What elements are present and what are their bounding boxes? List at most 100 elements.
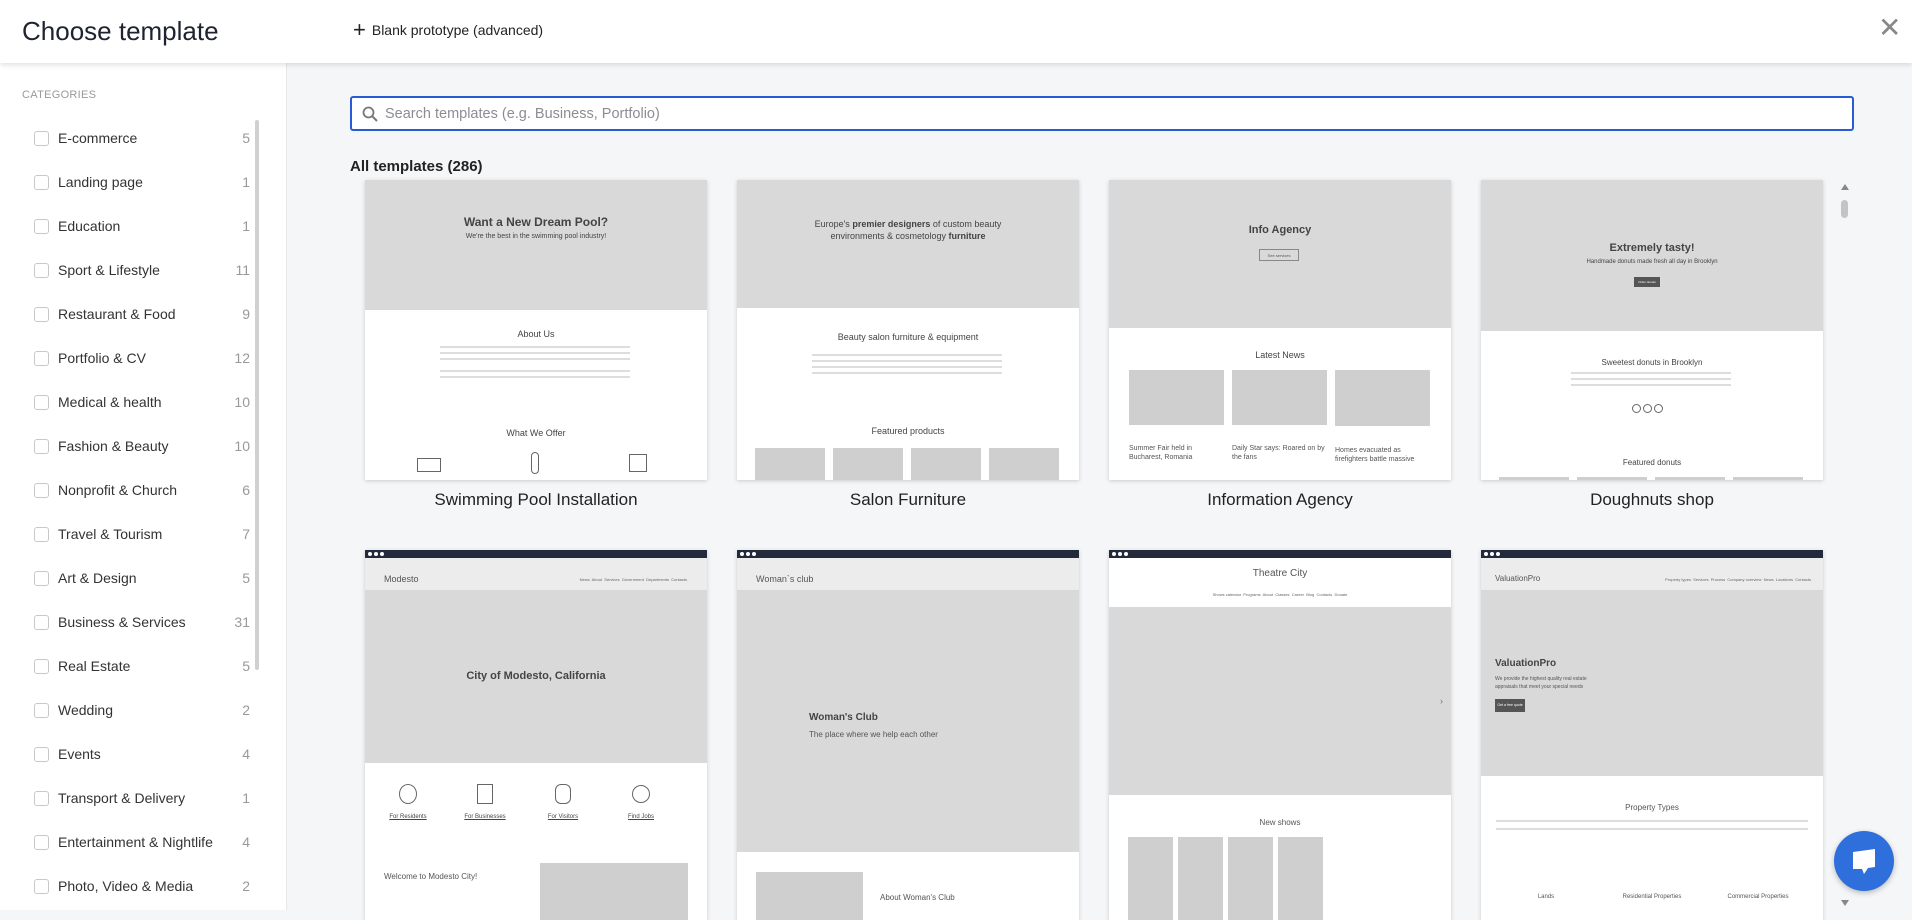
category-count: 5 <box>242 570 250 586</box>
category-checkbox[interactable] <box>34 482 49 498</box>
chat-icon <box>1853 849 1875 874</box>
scroll-up-icon[interactable] <box>1841 184 1849 190</box>
category-checkbox[interactable] <box>34 614 49 630</box>
category-item[interactable]: Landing page 1 <box>34 170 250 194</box>
category-count: 11 <box>235 262 250 278</box>
category-checkbox[interactable] <box>34 570 49 586</box>
thumb-section: Property Types <box>1625 803 1679 812</box>
thumb-link: For Visitors <box>547 814 579 820</box>
category-label: Photo, Video & Media <box>58 878 194 894</box>
category-item[interactable]: Real Estate 5 <box>34 654 250 678</box>
chat-button[interactable] <box>1834 831 1894 891</box>
category-item[interactable]: Transport & Delivery 1 <box>34 786 250 810</box>
thumb-section: Beauty salon furniture & equipment <box>837 332 979 342</box>
thumb-brand: Theatre City <box>1252 568 1308 579</box>
thumb-section: Welcome to Modesto City! <box>384 872 478 881</box>
browser-bar <box>1109 550 1451 558</box>
template-thumbnail: Theatre City Shows calendar Programs Abo… <box>1109 550 1451 920</box>
template-card-doughnuts-shop[interactable]: Extremely tasty! Handmade donuts made fr… <box>1481 180 1823 510</box>
feature-label: Commercial Properties <box>1727 894 1789 900</box>
template-card-swimming-pool[interactable]: Want a New Dream Pool? We're the best in… <box>365 180 707 510</box>
thumb-sub: We provide the highest quality real esta… <box>1495 676 1587 690</box>
template-thumbnail: Info Agency See services Latest News Sum… <box>1109 180 1451 480</box>
search-icon <box>362 106 378 122</box>
page-title: Choose template <box>22 16 219 46</box>
template-card-theatre-city[interactable]: Theatre City Shows calendar Programs Abo… <box>1109 550 1451 920</box>
calendar-icon <box>629 454 647 472</box>
template-card-information-agency[interactable]: Info Agency See services Latest News Sum… <box>1109 180 1451 510</box>
category-count: 10 <box>234 394 250 410</box>
category-count: 7 <box>242 526 250 542</box>
category-item[interactable]: Fashion & Beauty 10 <box>34 434 250 458</box>
category-checkbox[interactable] <box>34 526 49 542</box>
template-thumbnail: Modesto News About Services Government D… <box>365 550 707 920</box>
thumb-section: What We Offer <box>506 428 566 438</box>
category-checkbox[interactable] <box>34 218 49 234</box>
category-checkbox[interactable] <box>34 658 49 674</box>
category-checkbox[interactable] <box>34 306 49 322</box>
template-name: Information Agency <box>1207 490 1353 509</box>
category-count: 1 <box>242 790 250 806</box>
category-label: Wedding <box>58 702 114 718</box>
thumb-sub: Handmade donuts made fresh all day in Br… <box>1586 259 1718 265</box>
template-card-salon-furniture[interactable]: Europe's premier designers of custom bea… <box>737 180 1079 510</box>
category-item[interactable]: Wedding 2 <box>34 698 250 722</box>
category-item[interactable]: Photo, Video & Media 2 <box>34 874 250 898</box>
category-checkbox[interactable] <box>34 746 49 762</box>
close-icon[interactable]: ✕ <box>1878 14 1901 42</box>
category-checkbox[interactable] <box>34 130 49 146</box>
category-item[interactable]: E-commerce 5 <box>34 126 250 150</box>
category-count: 1 <box>242 218 250 234</box>
browser-bar <box>737 550 1079 558</box>
category-checkbox[interactable] <box>34 262 49 278</box>
template-card-womans-club[interactable]: Woman`s club Woman's Club The place wher… <box>737 550 1079 920</box>
category-item[interactable]: Portfolio & CV 12 <box>34 346 250 370</box>
template-card-valuationpro[interactable]: ValuationPro Property types Services Pro… <box>1481 550 1823 920</box>
thumb-link: For Residents <box>389 814 427 820</box>
category-item[interactable]: Travel & Tourism 7 <box>34 522 250 546</box>
category-count: 12 <box>234 350 250 366</box>
category-item[interactable]: Restaurant & Food 9 <box>34 302 250 326</box>
category-count: 9 <box>242 306 250 322</box>
feature-label: Lands <box>1537 894 1555 900</box>
thumb-section: Sweetest donuts in Brooklyn <box>1601 358 1703 367</box>
main-scrollbar[interactable] <box>1838 180 1852 910</box>
category-checkbox[interactable] <box>34 394 49 410</box>
category-label: Art & Design <box>58 570 137 586</box>
category-label: Restaurant & Food <box>58 306 176 322</box>
category-item[interactable]: Medical & health 10 <box>34 390 250 414</box>
category-label: Landing page <box>58 174 143 190</box>
category-checkbox[interactable] <box>34 834 49 850</box>
instagram-icon <box>1643 404 1652 413</box>
category-checkbox[interactable] <box>34 790 49 806</box>
category-checkbox[interactable] <box>34 702 49 718</box>
news-title: Summer Fair held in Bucharest, Romania <box>1129 445 1193 461</box>
scrollbar-thumb[interactable] <box>1841 200 1848 218</box>
category-label: Nonprofit & Church <box>58 482 178 498</box>
category-item[interactable]: Sport & Lifestyle 11 <box>34 258 250 282</box>
feature-label: Residential Properties <box>1622 894 1682 900</box>
thumb-hero: Want a New Dream Pool? <box>463 215 609 229</box>
sidebar-scrollbar[interactable] <box>255 120 259 670</box>
search-input[interactable] <box>385 105 1785 122</box>
category-item[interactable]: Nonprofit & Church 6 <box>34 478 250 502</box>
category-checkbox[interactable] <box>34 174 49 190</box>
search-box[interactable] <box>350 96 1854 131</box>
category-checkbox[interactable] <box>34 878 49 894</box>
category-checkbox[interactable] <box>34 350 49 366</box>
category-label: Travel & Tourism <box>58 526 163 542</box>
youtube-icon <box>1654 404 1663 413</box>
template-card-modesto[interactable]: Modesto News About Services Government D… <box>365 550 707 920</box>
thumb-link: Find Jobs <box>627 814 654 820</box>
category-item[interactable]: Entertainment & Nightlife 4 <box>34 830 250 854</box>
template-thumbnail: Want a New Dream Pool? We're the best in… <box>365 180 707 480</box>
category-item[interactable]: Education 1 <box>34 214 250 238</box>
blank-prototype-button[interactable]: + Blank prototype (advanced) <box>353 19 543 41</box>
category-item[interactable]: Events 4 <box>34 742 250 766</box>
scroll-down-icon[interactable] <box>1841 900 1849 906</box>
thumb-section: About Us <box>517 329 555 339</box>
category-checkbox[interactable] <box>34 438 49 454</box>
category-item[interactable]: Business & Services 31 <box>34 610 250 634</box>
thumb-hero: Info Agency <box>1248 224 1312 236</box>
category-item[interactable]: Art & Design 5 <box>34 566 250 590</box>
